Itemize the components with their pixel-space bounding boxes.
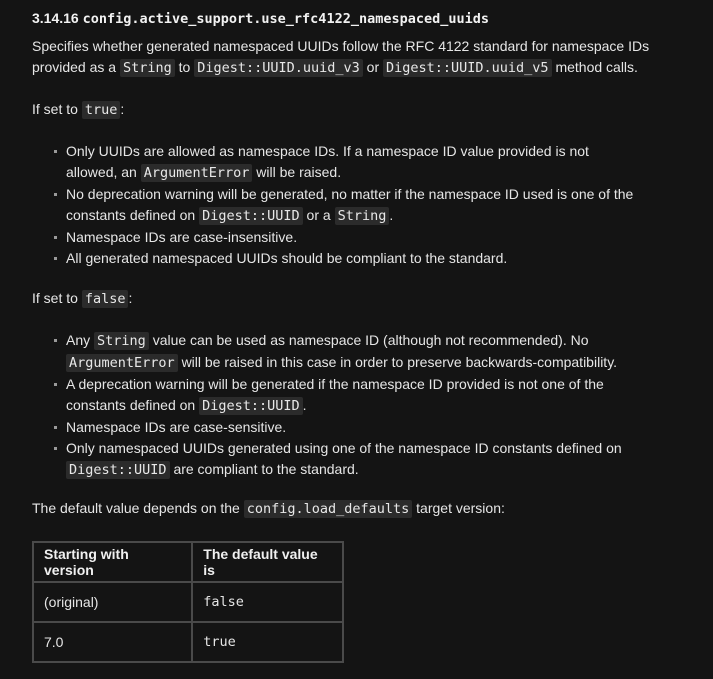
text: are compliant to the standard. [173, 461, 359, 477]
text: A deprecation warning will be generated … [66, 376, 604, 392]
column-header-version: Starting with version [31, 541, 194, 583]
text: Any [66, 332, 91, 348]
text: constants defined on [66, 397, 196, 413]
section-title-code: config.active_support.use_rfc4122_namesp… [82, 11, 489, 27]
if-true-list: Only UUIDs are allowed as namespace IDs.… [32, 141, 633, 269]
code-string: String [119, 59, 175, 77]
list-item: All generated namespaced UUIDs should be… [32, 248, 633, 269]
section-heading: 3.14.16 config.active_support.use_rfc412… [32, 10, 489, 27]
list-item: Namespace IDs are case-sensitive. [32, 417, 622, 438]
intro-line-2: provided as a String to Digest::UUID.uui… [32, 57, 649, 79]
code-digest-uuid: Digest::UUID [66, 461, 170, 479]
text: or a [306, 207, 331, 223]
code-string: String [334, 207, 390, 225]
code-uuid-v5: Digest::UUID.uuid_v5 [383, 59, 552, 77]
text-line: Any String value can be used as namespac… [66, 330, 622, 352]
code-load-defaults: config.load_defaults [243, 500, 413, 518]
if-false-list: Any String value can be used as namespac… [32, 330, 622, 481]
text-line: Digest::UUID are compliant to the standa… [66, 459, 622, 481]
text: method calls. [555, 59, 638, 75]
code-digest-uuid: Digest::UUID [199, 397, 303, 415]
text: If set to [32, 290, 78, 306]
code-argument-error: ArgumentError [140, 164, 253, 182]
table-row: 7.0 true [31, 621, 344, 663]
text: allowed, an [66, 164, 137, 180]
default-value-paragraph: The default value depends on the config.… [32, 498, 505, 520]
code-string: String [94, 332, 149, 350]
if-false-label: If set to false: [32, 288, 132, 310]
text-line: ArgumentError will be raised in this cas… [66, 352, 622, 374]
text: will be raised in this case in order to … [181, 354, 618, 370]
list-item: No deprecation warning will be generated… [32, 184, 633, 227]
text: No deprecation warning will be generated… [66, 186, 634, 202]
text: target version: [416, 500, 505, 516]
colon: : [120, 101, 125, 117]
text: constants defined on [66, 207, 196, 223]
if-true-label: If set to true: [32, 99, 124, 121]
code-false: false [81, 290, 129, 308]
list-item: Only UUIDs are allowed as namespace IDs.… [32, 141, 633, 184]
code-argument-error: ArgumentError [66, 354, 178, 372]
cell-default-value: false [191, 581, 344, 623]
cell-version: 7.0 [31, 621, 194, 663]
section-number: 3.14.16 [32, 10, 79, 26]
text: The default value depends on the [32, 500, 240, 516]
text: Only UUIDs are allowed as namespace IDs.… [66, 143, 589, 159]
list-item: Any String value can be used as namespac… [32, 330, 622, 374]
list-item: Only namespaced UUIDs generated using on… [32, 438, 622, 481]
list-item: Namespace IDs are case-insensitive. [32, 227, 633, 248]
cell-default-value: true [191, 621, 344, 663]
code-digest-uuid: Digest::UUID [199, 207, 303, 225]
text: . [389, 207, 394, 223]
table-row: (original) false [31, 581, 344, 623]
column-header-default: The default value is [191, 541, 344, 583]
text: If set to [32, 101, 78, 117]
text-line: constants defined on Digest::UUID. [66, 395, 622, 417]
code-uuid-v3: Digest::UUID.uuid_v3 [194, 59, 363, 77]
defaults-table: Starting with version The default value … [31, 541, 344, 663]
text: value can be used as namespace ID (altho… [152, 332, 589, 348]
text: . [302, 397, 307, 413]
colon: : [128, 290, 133, 306]
text: or [366, 59, 380, 75]
text: will be raised. [256, 164, 342, 180]
code-true: true [81, 101, 121, 119]
intro-paragraph: Specifies whether generated namespaced U… [32, 36, 649, 79]
text: provided as a [32, 59, 117, 75]
list-item: A deprecation warning will be generated … [32, 374, 622, 417]
text: to [178, 59, 191, 75]
table-header-row: Starting with version The default value … [31, 541, 344, 583]
intro-line-1: Specifies whether generated namespaced U… [32, 38, 650, 54]
text: Only namespaced UUIDs generated using on… [66, 440, 622, 456]
text-line: allowed, an ArgumentError will be raised… [66, 162, 633, 184]
cell-version: (original) [31, 581, 194, 623]
text-line: constants defined on Digest::UUID or a S… [66, 205, 633, 227]
